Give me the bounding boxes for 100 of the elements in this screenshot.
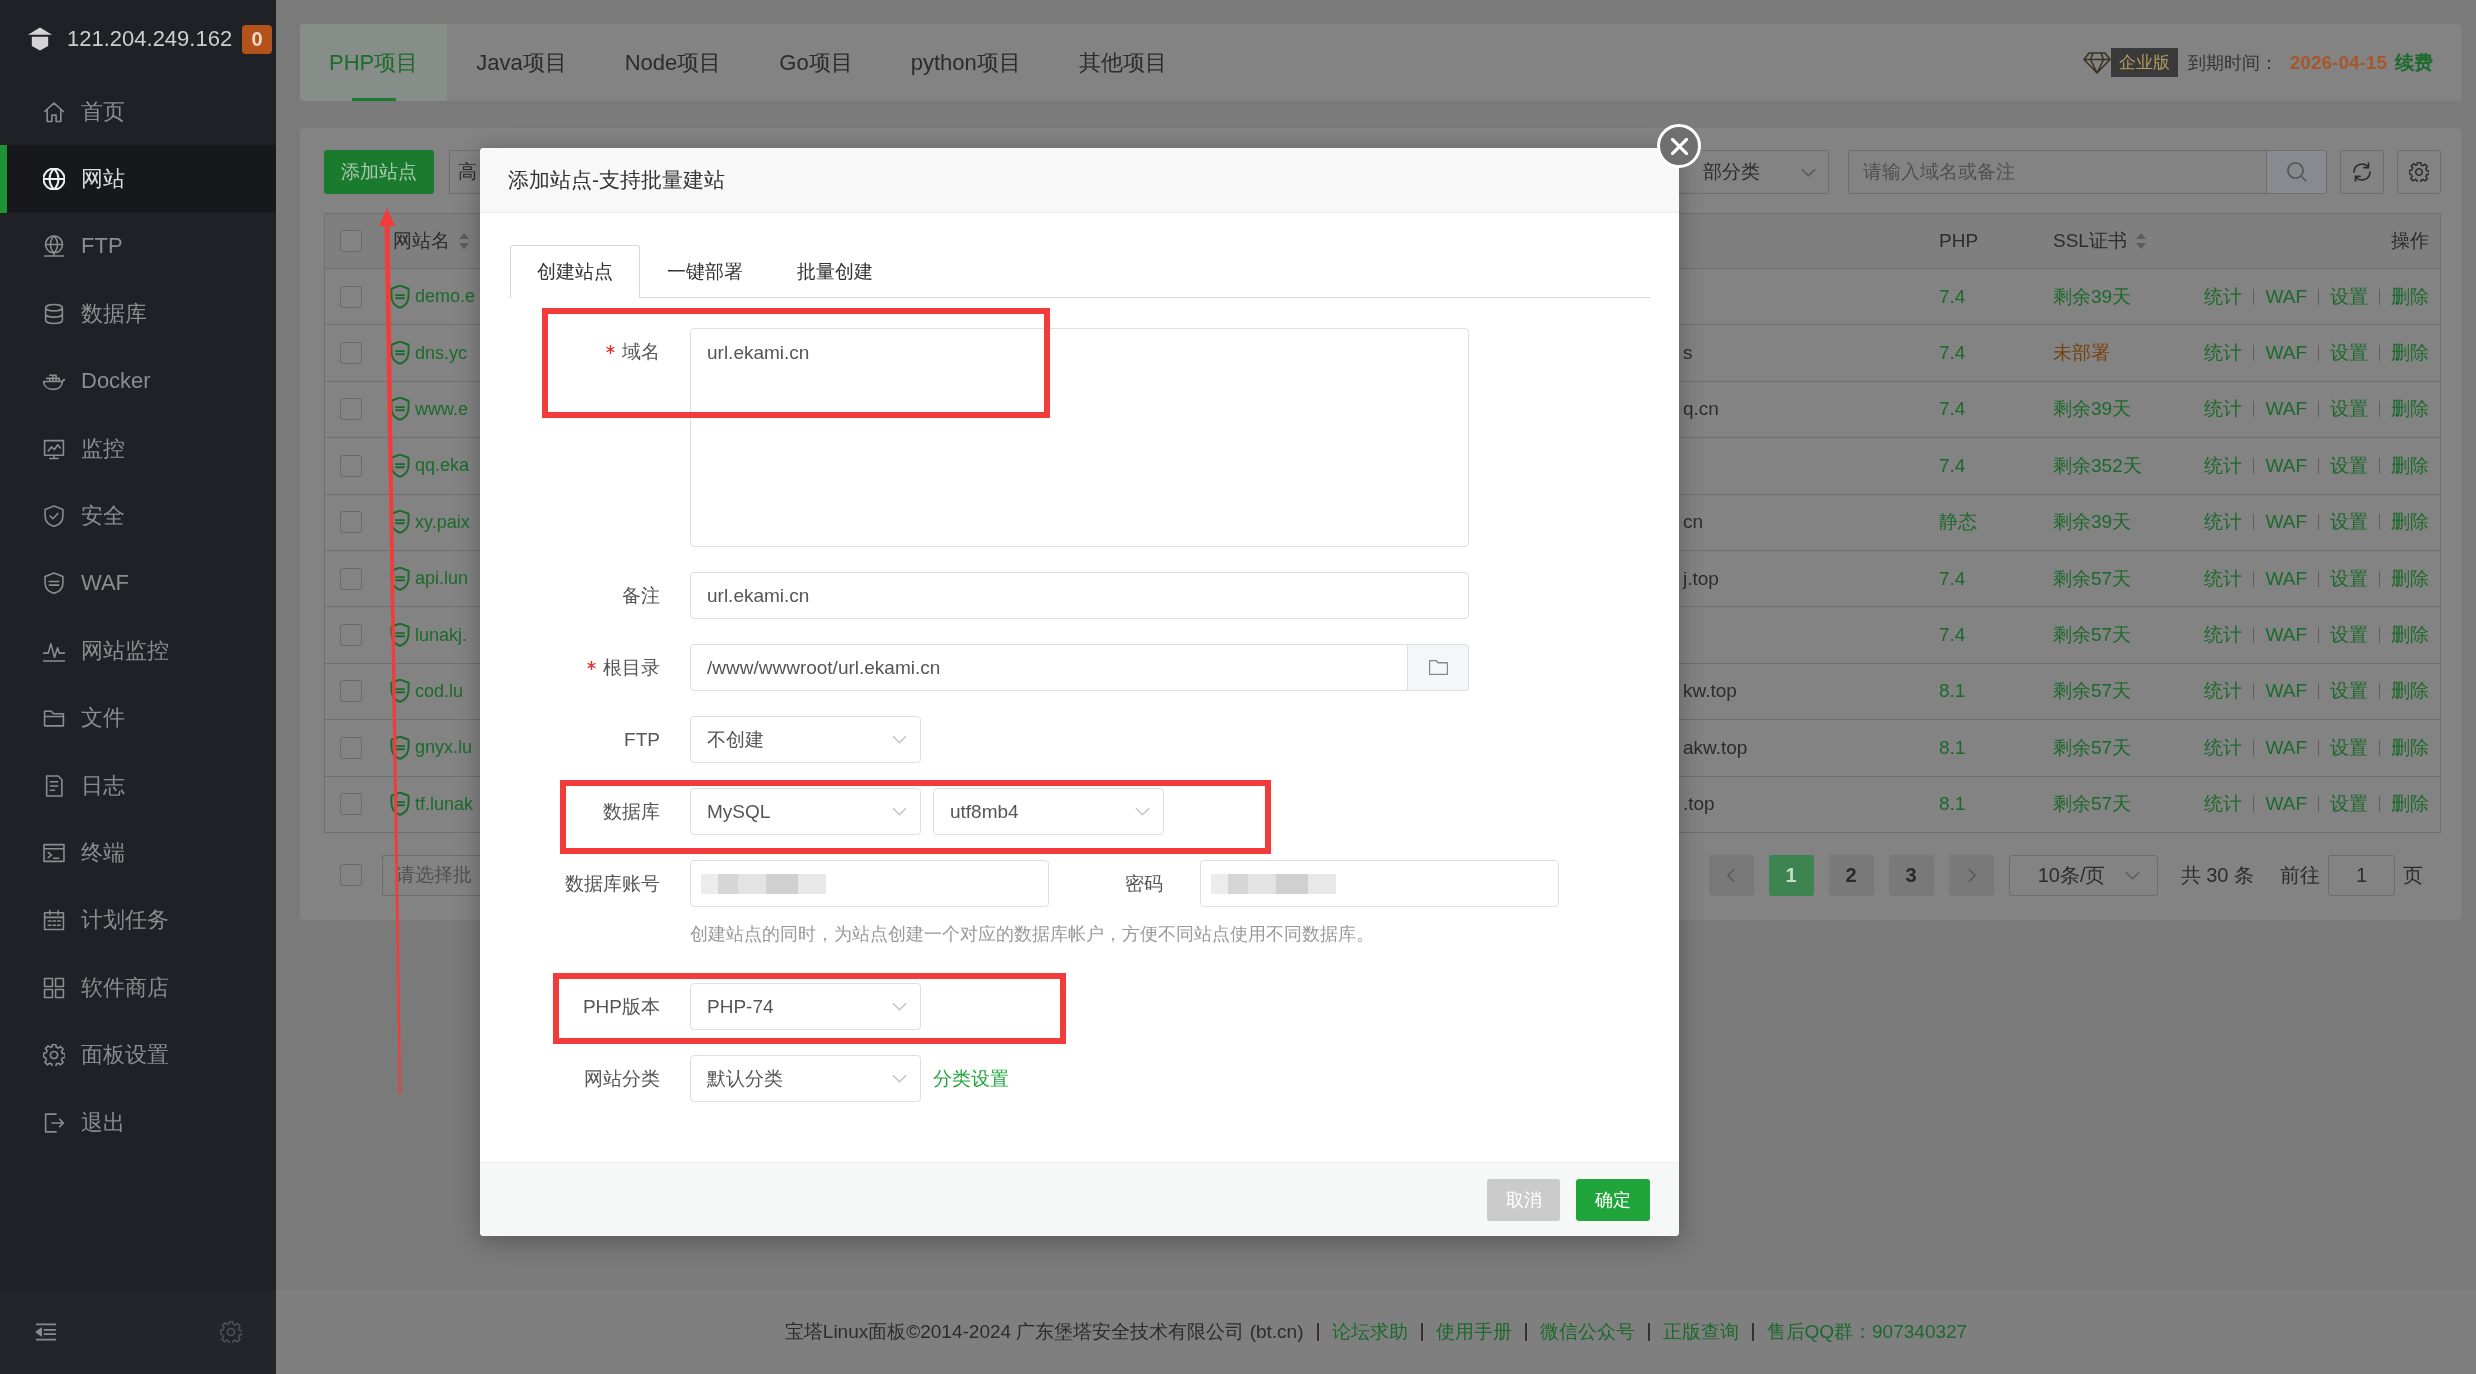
sidebar-item[interactable]: 软件商店 — [0, 954, 276, 1022]
page-button[interactable]: 1 — [1768, 854, 1814, 896]
php-version-link[interactable]: 7.4 — [1939, 398, 1966, 420]
site-name-link[interactable]: api.lun — [415, 568, 469, 590]
footer-link[interactable]: 论坛求助 — [1331, 1319, 1408, 1345]
action-link[interactable]: 设置 — [2330, 396, 2368, 423]
checkbox[interactable] — [340, 454, 362, 477]
site-name-link[interactable]: tf.lunak — [415, 793, 474, 815]
checkbox[interactable] — [340, 864, 362, 887]
checkbox[interactable] — [340, 398, 362, 421]
ssl-status-link[interactable]: 剩余57天 — [2053, 624, 2132, 646]
action-link[interactable]: WAF — [2265, 624, 2307, 647]
category-settings-link[interactable]: 分类设置 — [933, 1065, 1009, 1092]
page-number-input[interactable]: 1 — [2328, 854, 2395, 896]
toolbar-button[interactable]: 高 — [449, 150, 480, 194]
site-name-link[interactable]: cod.lu — [415, 680, 464, 702]
project-tab[interactable]: Java项目 — [447, 24, 596, 101]
project-tab[interactable]: Node项目 — [595, 24, 751, 101]
ssl-status-link[interactable]: 剩余352天 — [2053, 454, 2142, 476]
checkbox[interactable] — [340, 736, 362, 759]
action-link[interactable]: 删除 — [2391, 791, 2429, 818]
action-link[interactable]: 设置 — [2330, 509, 2368, 536]
page-button[interactable]: 2 — [1828, 854, 1874, 896]
action-link[interactable]: 统计 — [2204, 452, 2243, 479]
php-version-link[interactable]: 7.4 — [1939, 454, 1966, 476]
sidebar-item[interactable]: 安全 — [0, 482, 276, 550]
settings-icon[interactable] — [220, 1321, 242, 1343]
action-link[interactable]: WAF — [2265, 736, 2307, 759]
php-version-link[interactable]: 7.4 — [1939, 567, 1966, 589]
action-link[interactable]: WAF — [2265, 398, 2307, 421]
sidebar-item[interactable]: 终端 — [0, 819, 276, 887]
action-link[interactable]: 统计 — [2204, 622, 2243, 649]
action-link[interactable]: WAF — [2265, 454, 2307, 477]
sortable-header[interactable]: 网站名 — [390, 228, 470, 254]
collapse-menu-icon[interactable] — [35, 1322, 57, 1342]
action-link[interactable]: 设置 — [2330, 565, 2368, 592]
action-link[interactable]: 删除 — [2391, 734, 2429, 761]
project-tab[interactable]: Go项目 — [750, 24, 882, 101]
footer-link[interactable]: 使用手册 — [1435, 1319, 1512, 1345]
page-size-select[interactable]: 10条/页 — [2008, 854, 2158, 896]
php-version-link[interactable]: 8.1 — [1939, 680, 1966, 702]
select-field[interactable]: 默认分类 — [690, 1055, 921, 1102]
action-link[interactable]: 统计 — [2204, 283, 2243, 310]
ssl-status-link[interactable]: 剩余39天 — [2053, 398, 2132, 420]
action-link[interactable]: 删除 — [2391, 622, 2429, 649]
site-name-link[interactable]: gnyx.lu — [415, 737, 473, 759]
ssl-status-link[interactable]: 剩余57天 — [2053, 736, 2132, 758]
action-link[interactable]: 设置 — [2330, 791, 2368, 818]
select-field[interactable]: PHP-74 — [690, 983, 921, 1030]
sidebar-item[interactable]: 日志 — [0, 751, 276, 820]
checkbox[interactable] — [340, 342, 362, 365]
site-name-link[interactable]: xy.paix — [415, 511, 470, 533]
action-link[interactable]: 设置 — [2330, 678, 2368, 705]
alert-count-badge[interactable]: 0 — [242, 24, 273, 54]
php-version-link[interactable]: 7.4 — [1939, 342, 1966, 364]
site-name-link[interactable]: qq.eka — [415, 455, 470, 477]
action-link[interactable]: 设置 — [2330, 283, 2368, 310]
sidebar-item[interactable]: 首页 — [0, 78, 276, 146]
action-link[interactable]: 设置 — [2330, 452, 2368, 479]
site-name-link[interactable]: www.e — [415, 398, 468, 420]
checkbox[interactable] — [340, 511, 362, 534]
action-link[interactable]: 删除 — [2391, 283, 2429, 310]
settings-button[interactable] — [2397, 150, 2441, 194]
footer-link[interactable]: 微信公众号 — [1539, 1319, 1635, 1345]
action-link[interactable]: WAF — [2265, 567, 2307, 590]
action-link[interactable]: 统计 — [2204, 565, 2243, 592]
site-name-link[interactable]: demo.e — [415, 286, 476, 308]
checkbox[interactable] — [340, 680, 362, 703]
sidebar-item[interactable]: 面板设置 — [0, 1021, 276, 1089]
footer-link[interactable]: 售后QQ群：907340327 — [1766, 1319, 1968, 1345]
action-link[interactable]: WAF — [2265, 680, 2307, 703]
sidebar-item[interactable]: 文件 — [0, 684, 276, 752]
dialog-tab[interactable]: 批量创建 — [770, 245, 900, 298]
checkbox[interactable] — [340, 285, 362, 308]
project-tab[interactable]: PHP项目 — [300, 24, 448, 101]
textarea-field[interactable]: url.ekami.cn — [690, 328, 1469, 547]
confirm-button[interactable]: 确定 — [1576, 1178, 1650, 1221]
action-link[interactable]: 统计 — [2204, 340, 2243, 367]
text-input[interactable]: url.ekami.cn — [690, 572, 1469, 619]
select-field[interactable]: utf8mb4 — [933, 788, 1164, 835]
action-link[interactable]: 统计 — [2204, 678, 2243, 705]
php-version-link[interactable]: 8.1 — [1939, 736, 1966, 758]
action-link[interactable]: WAF — [2265, 285, 2307, 308]
action-link[interactable]: 统计 — [2204, 734, 2243, 761]
ssl-status-link[interactable]: 剩余57天 — [2053, 567, 2132, 589]
action-link[interactable]: 设置 — [2330, 734, 2368, 761]
action-link[interactable]: 统计 — [2204, 509, 2243, 536]
sidebar-item[interactable]: Docker — [0, 347, 276, 415]
dialog-tab[interactable]: 创建站点 — [510, 245, 640, 298]
project-tab[interactable]: python项目 — [881, 24, 1050, 101]
select-field[interactable]: MySQL — [690, 788, 921, 835]
sidebar-item[interactable]: 网站监控 — [0, 617, 276, 685]
checkbox[interactable] — [340, 230, 362, 252]
select-field[interactable]: 不创建 — [690, 716, 921, 763]
checkbox[interactable] — [340, 793, 362, 816]
action-link[interactable]: 删除 — [2391, 452, 2429, 479]
sidebar-item[interactable]: 数据库 — [0, 280, 276, 348]
sidebar-item[interactable]: FTP — [0, 212, 276, 281]
php-version-link[interactable]: 静态 — [1939, 511, 1977, 533]
action-link[interactable]: 删除 — [2391, 340, 2429, 367]
